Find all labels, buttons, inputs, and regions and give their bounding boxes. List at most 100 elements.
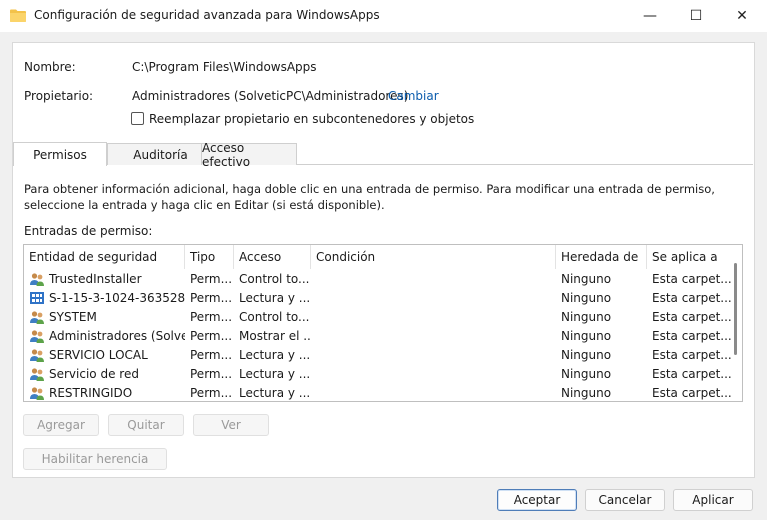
column-applies[interactable]: Se aplica a: [647, 245, 731, 269]
table-row[interactable]: S-1-15-3-1024-36352838... Perm... Lectura …: [24, 288, 734, 307]
cell-type: Perm...: [185, 288, 234, 307]
cell-applies: Esta carpet...: [647, 288, 731, 307]
cell-applies-text: Esta carpet...: [652, 290, 731, 305]
cell-inherited: Ninguno: [556, 269, 647, 288]
cell-applies: Esta carpet...: [647, 269, 731, 288]
cell-type: Perm...: [185, 269, 234, 288]
cell-entity-text: SERVICIO LOCAL: [49, 347, 148, 362]
cell-access-text: Control to...: [239, 309, 310, 324]
cell-inherited-text: Ninguno: [561, 290, 612, 305]
cell-entity: SERVICIO LOCAL: [24, 345, 185, 364]
cell-entity: SYSTEM: [24, 307, 185, 326]
column-access[interactable]: Acceso: [234, 245, 311, 269]
permission-entries-list[interactable]: Entidad de seguridad Tipo Acceso Condici…: [23, 244, 743, 402]
replace-owner-checkbox[interactable]: [131, 112, 144, 125]
cell-inherited: Ninguno: [556, 364, 647, 383]
cell-inherited-text: Ninguno: [561, 271, 612, 286]
users-icon: [30, 272, 44, 286]
cell-type: Perm...: [185, 383, 234, 401]
minimize-button[interactable]: —: [627, 0, 673, 32]
change-owner-link[interactable]: Cambiar: [388, 89, 439, 103]
cell-access: Lectura y ...: [234, 345, 311, 364]
cell-entity-text: Administradores (Solvet...: [49, 328, 185, 343]
cell-applies-text: Esta carpet...: [652, 309, 731, 324]
cell-entity: S-1-15-3-1024-36352838...: [24, 288, 185, 307]
table-row[interactable]: Administradores (Solvet... Perm... Mostrar…: [24, 326, 734, 345]
cell-access-text: Mostrar el ...: [239, 328, 311, 343]
cell-inherited-text: Ninguno: [561, 309, 612, 324]
cell-access: Lectura y ...: [234, 364, 311, 383]
users-icon: [30, 386, 44, 400]
cell-type-text: Perm...: [190, 347, 233, 362]
title-bar: Configuración de seguridad avanzada para…: [0, 0, 767, 32]
maximize-icon: ☐: [689, 8, 703, 24]
cell-type-text: Perm...: [190, 290, 233, 305]
remove-button[interactable]: Quitar: [108, 414, 184, 436]
add-button[interactable]: Agregar: [23, 414, 99, 436]
cell-applies: Esta carpet...: [647, 383, 731, 401]
tab-acceso-efectivo[interactable]: Acceso efectivo: [201, 141, 297, 169]
cell-applies-text: Esta carpet...: [652, 328, 731, 343]
cell-access: Mostrar el ...: [234, 326, 311, 345]
view-button[interactable]: Ver: [193, 414, 269, 436]
maximize-button[interactable]: ☐: [673, 0, 719, 32]
cell-entity: TrustedInstaller: [24, 269, 185, 288]
tab-auditoria[interactable]: Auditoría: [107, 143, 214, 165]
cell-inherited-text: Ninguno: [561, 347, 612, 362]
minimize-icon: —: [643, 8, 657, 24]
cancel-button[interactable]: Cancelar: [585, 489, 665, 511]
tab-permisos[interactable]: Permisos: [13, 142, 107, 166]
cell-access: Control to...: [234, 307, 311, 326]
column-inherited[interactable]: Heredada de: [556, 245, 647, 269]
table-row[interactable]: SYSTEM Perm... Control to... Ninguno Esta ca…: [24, 307, 734, 326]
description-text: Para obtener información adicional, haga…: [24, 182, 715, 212]
cell-type-text: Perm...: [190, 271, 233, 286]
cell-entity-text: SYSTEM: [49, 309, 97, 324]
cell-access-text: Lectura y ...: [239, 366, 311, 381]
cell-entity: Administradores (Solvet...: [24, 326, 185, 345]
accept-button[interactable]: Aceptar: [497, 489, 577, 511]
cell-inherited: Ninguno: [556, 288, 647, 307]
cell-inherited-text: Ninguno: [561, 328, 612, 343]
close-icon: ✕: [736, 8, 748, 24]
cell-entity: Servicio de red: [24, 364, 185, 383]
column-type[interactable]: Tipo: [185, 245, 234, 269]
cell-applies-text: Esta carpet...: [652, 366, 731, 381]
cell-access: Lectura y ...: [234, 288, 311, 307]
name-value: C:\Program Files\WindowsApps: [132, 60, 317, 74]
cell-access-text: Lectura y ...: [239, 290, 311, 305]
cell-type-text: Perm...: [190, 309, 233, 324]
cell-type-text: Perm...: [190, 328, 233, 343]
cell-type: Perm...: [185, 307, 234, 326]
cell-condition: [311, 345, 556, 364]
enable-inheritance-button[interactable]: Habilitar herencia: [23, 448, 167, 470]
owner-label: Propietario:: [24, 89, 94, 103]
cell-applies: Esta carpet...: [647, 345, 731, 364]
table-row[interactable]: RESTRINGIDO Perm... Lectura y ... Ninguno Es…: [24, 383, 734, 401]
cell-applies: Esta carpet...: [647, 307, 731, 326]
cell-entity: RESTRINGIDO: [24, 383, 185, 401]
apply-button[interactable]: Aplicar: [673, 489, 753, 511]
cell-access-text: Lectura y ...: [239, 347, 311, 362]
cell-type: Perm...: [185, 345, 234, 364]
table-row[interactable]: SERVICIO LOCAL Perm... Lectura y ... Ningun…: [24, 345, 734, 364]
table-row[interactable]: Servicio de red Perm... Lectura y ... Ningu…: [24, 364, 734, 383]
vertical-scrollbar[interactable]: [734, 263, 737, 355]
cell-entity-text: Servicio de red: [49, 366, 139, 381]
cell-inherited: Ninguno: [556, 326, 647, 345]
column-entity[interactable]: Entidad de seguridad: [24, 245, 185, 269]
entries-label: Entradas de permiso:: [24, 224, 153, 238]
cell-applies: Esta carpet...: [647, 364, 731, 383]
cell-applies: Esta carpet...: [647, 326, 731, 345]
owner-value: Administradores (SolveticPC\Administrado…: [132, 89, 409, 103]
column-condition[interactable]: Condición: [311, 245, 556, 269]
users-icon: [30, 329, 44, 343]
cell-inherited: Ninguno: [556, 307, 647, 326]
tab-label: Permisos: [33, 147, 87, 162]
table-row[interactable]: TrustedInstaller Perm... Control to... Ning…: [24, 269, 734, 288]
close-button[interactable]: ✕: [719, 0, 765, 32]
list-header: Entidad de seguridad Tipo Acceso Condici…: [24, 245, 742, 269]
cell-inherited: Ninguno: [556, 383, 647, 401]
cell-condition: [311, 269, 556, 288]
cell-inherited: Ninguno: [556, 345, 647, 364]
